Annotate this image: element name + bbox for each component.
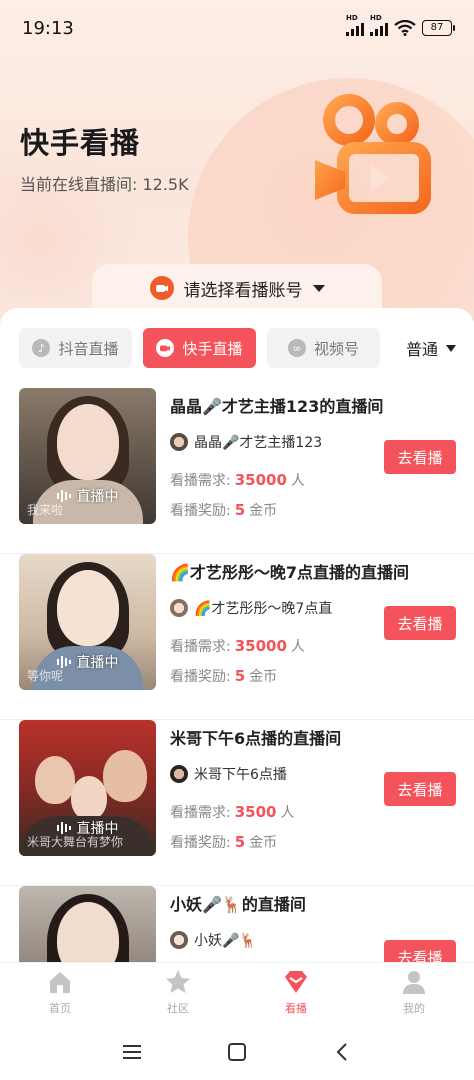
go-watch-button[interactable]: 去看播 [384, 772, 456, 806]
tab-label: 快手直播 [182, 339, 243, 358]
system-nav-bar [0, 1028, 474, 1080]
home-button-icon[interactable] [227, 1042, 247, 1062]
go-watch-button[interactable]: 去看播 [384, 606, 456, 640]
tab-douyin[interactable]: ♪ 抖音直播 [19, 328, 132, 368]
room-title: 米哥下午6点播的直播间 [170, 729, 342, 748]
room-title: 晶晶🎤才艺主播123的直播间 [170, 397, 384, 416]
list-item[interactable]: 直播中 我来啦 晶晶🎤才艺主播123的直播间 晶晶🎤才艺主播123 看播需求: 3… [0, 388, 474, 554]
diamond-icon [285, 971, 307, 993]
watch-demand: 看播需求: 35000 人 [170, 637, 305, 655]
online-count: 当前在线直播间: 12.5K [20, 175, 189, 194]
channels-icon: ∞ [287, 339, 306, 357]
host-info: 米哥下午6点播 [170, 764, 287, 784]
signal-icon: HD [346, 14, 364, 36]
kuaishou-icon [156, 339, 175, 357]
back-icon[interactable] [332, 1042, 352, 1062]
kuaishou-logo-icon [315, 94, 431, 214]
stream-thumbnail[interactable] [19, 886, 156, 968]
watch-reward: 看播奖励: 5 金币 [170, 667, 278, 685]
home-icon [50, 972, 70, 993]
tab-label: 抖音直播 [58, 339, 119, 358]
room-title: 🌈才艺彤彤～晚7点直播的直播间 [170, 563, 410, 582]
room-title: 小妖🎤🦌的直播间 [170, 895, 306, 914]
wifi-icon [394, 20, 416, 36]
tab-kuaishou[interactable]: 快手直播 [143, 328, 256, 368]
page-title: 快手看播 [20, 126, 141, 160]
avatar [170, 433, 188, 451]
avatar [170, 599, 188, 617]
mode-label: 普通 [405, 340, 438, 359]
avatar [170, 765, 188, 783]
nav-profile[interactable]: 我的 [374, 969, 454, 1016]
stream-thumbnail[interactable]: 直播中 米哥大舞台有梦你 [19, 720, 156, 856]
signal-icon: HD [370, 14, 388, 36]
menu-icon[interactable] [122, 1042, 142, 1062]
go-watch-button[interactable]: 去看播 [384, 440, 456, 474]
thumbnail-caption: 米哥大舞台有梦你 [27, 835, 124, 849]
nav-home[interactable]: 首页 [20, 969, 100, 1016]
stream-thumbnail[interactable]: 直播中 我来啦 [19, 388, 156, 524]
tab-channels[interactable]: ∞ 视频号 [267, 328, 380, 368]
watch-reward: 看播奖励: 5 金币 [170, 833, 278, 851]
tab-label: 视频号 [313, 339, 359, 358]
host-info: 🌈才艺彤彤～晚7点直 [170, 598, 332, 618]
account-selector[interactable]: 请选择看播账号 [92, 264, 382, 312]
main-content: ♪ 抖音直播 快手直播 ∞ 视频号 普通 直播中 我来啦 晶晶🎤才艺主播123的… [0, 308, 474, 968]
thumbnail-caption: 我来啦 [27, 503, 64, 517]
nav-community[interactable]: 社区 [138, 969, 218, 1016]
hero-banner: 19:13 HD HD 87 快手看播 当前在线直播间: 12.5K 请选择看播… [0, 0, 474, 330]
dropdown-caret-icon [312, 284, 325, 292]
thumbnail-caption: 等你呢 [27, 669, 64, 683]
bottom-nav: 首页 社区 看播 我的 [0, 962, 474, 1028]
mode-dropdown[interactable]: 普通 [406, 328, 456, 368]
douyin-icon: ♪ [32, 339, 51, 357]
status-bar: 19:13 HD HD 87 [0, 0, 474, 60]
list-item[interactable]: 直播中 米哥大舞台有梦你 米哥下午6点播的直播间 米哥下午6点播 看播需求: 35… [0, 720, 474, 886]
stream-thumbnail[interactable]: 直播中 等你呢 [19, 554, 156, 690]
list-item[interactable]: 直播中 等你呢 🌈才艺彤彤～晚7点直播的直播间 🌈才艺彤彤～晚7点直 看播需求:… [0, 554, 474, 720]
status-time: 19:13 [22, 18, 74, 39]
avatar [170, 931, 188, 949]
list-item[interactable]: 小妖🎤🦌的直播间 小妖🎤🦌 去看播 [0, 886, 474, 968]
platform-tabs: ♪ 抖音直播 快手直播 ∞ 视频号 普通 [0, 328, 474, 368]
watch-demand: 看播需求: 35000 人 [170, 471, 305, 489]
kuaishou-icon [149, 276, 174, 300]
battery-indicator: 87 [422, 20, 455, 36]
host-info: 小妖🎤🦌 [170, 930, 257, 950]
account-selector-label: 请选择看播账号 [183, 280, 303, 301]
host-info: 晶晶🎤才艺主播123 [170, 432, 322, 452]
dropdown-caret-icon [446, 344, 456, 352]
nav-watch[interactable]: 看播 [256, 969, 336, 1016]
person-icon [403, 971, 425, 994]
star-icon [166, 970, 190, 993]
watch-reward: 看播奖励: 5 金币 [170, 501, 278, 519]
watch-demand: 看播需求: 3500 人 [170, 803, 295, 821]
